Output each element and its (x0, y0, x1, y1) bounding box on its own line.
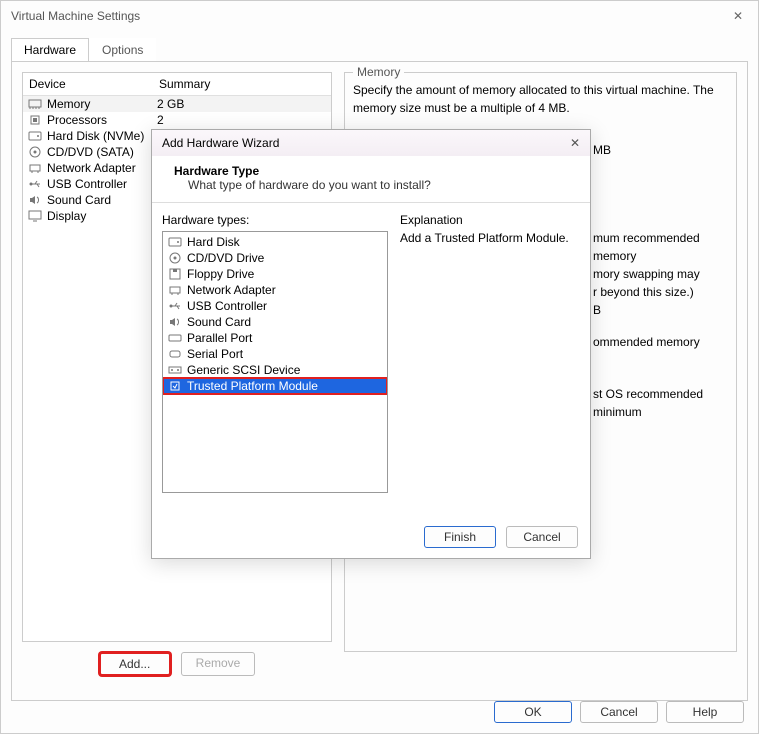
list-item[interactable]: Hard Disk (163, 234, 387, 250)
titlebar: Virtual Machine Settings ✕ (1, 1, 758, 31)
device-name: CD/DVD (SATA) (47, 145, 157, 159)
sound-icon (167, 315, 183, 329)
add-hardware-wizard: Add Hardware Wizard ✕ Hardware Type What… (151, 129, 591, 559)
memory-frag-rec: ommended memory (593, 333, 728, 351)
memory-frag-swap1: mory swapping may (593, 265, 728, 283)
col-summary[interactable]: Summary (153, 73, 331, 95)
hardware-item-label: Sound Card (187, 315, 251, 329)
sound-icon (27, 193, 43, 207)
finish-button[interactable]: Finish (424, 526, 496, 548)
hardware-item-label: Network Adapter (187, 283, 276, 297)
list-item[interactable]: Floppy Drive (163, 266, 387, 282)
disk-icon (27, 129, 43, 143)
memory-frag-maxrec: mum recommended memory (593, 229, 728, 265)
floppy-icon (167, 267, 183, 281)
device-name: Sound Card (47, 193, 157, 207)
vm-settings-window: Virtual Machine Settings ✕ Hardware Opti… (0, 0, 759, 734)
memory-frag-swap2: r beyond this size.) (593, 283, 728, 301)
col-device[interactable]: Device (23, 73, 153, 95)
close-icon[interactable]: ✕ (728, 9, 748, 23)
wizard-subheading: What type of hardware do you want to ins… (166, 178, 576, 192)
scsi-icon (167, 363, 183, 377)
add-button[interactable]: Add... (99, 652, 171, 676)
memory-frag-b: B (593, 301, 728, 319)
device-name: Processors (47, 113, 157, 127)
hardware-item-label: CD/DVD Drive (187, 251, 264, 265)
wizard-header: Hardware Type What type of hardware do y… (152, 156, 590, 203)
tab-hardware[interactable]: Hardware (11, 38, 89, 62)
help-button[interactable]: Help (666, 701, 744, 723)
cancel-button[interactable]: Cancel (580, 701, 658, 723)
memory-desc: Specify the amount of memory allocated t… (353, 81, 728, 117)
explanation-text: Add a Trusted Platform Module. (400, 231, 580, 245)
memory-icon (27, 97, 43, 111)
list-item[interactable]: Generic SCSI Device (163, 362, 387, 378)
device-summary: 2 (157, 113, 327, 127)
hardware-item-label: Generic SCSI Device (187, 363, 300, 377)
hardware-types-label: Hardware types: (162, 213, 388, 227)
cpu-icon (27, 113, 43, 127)
net-icon (167, 283, 183, 297)
usb-icon (27, 177, 43, 191)
hardware-item-label: Hard Disk (187, 235, 240, 249)
list-item[interactable]: USB Controller (163, 298, 387, 314)
cd-icon (27, 145, 43, 159)
device-name: Network Adapter (47, 161, 157, 175)
memory-frag-mb: MB (593, 143, 611, 157)
dialog-buttons: OK Cancel Help (494, 701, 744, 723)
ok-button[interactable]: OK (494, 701, 572, 723)
wizard-body: Hardware types: Hard Disk CD/DVD Drive Flo… (152, 203, 590, 503)
explanation-label: Explanation (400, 213, 580, 227)
device-name: Display (47, 209, 157, 223)
display-icon (27, 209, 43, 223)
window-title: Virtual Machine Settings (11, 9, 140, 23)
parallel-icon (167, 331, 183, 345)
list-item[interactable]: Sound Card (163, 314, 387, 330)
table-header: Device Summary (23, 73, 331, 96)
device-name: Hard Disk (NVMe) (47, 129, 157, 143)
tab-row: Hardware Options (1, 31, 758, 61)
hardware-item-label: Trusted Platform Module (187, 379, 318, 393)
wizard-cancel-button[interactable]: Cancel (506, 526, 578, 548)
memory-frag-guest: st OS recommended minimum (593, 385, 728, 421)
wizard-left: Hardware types: Hard Disk CD/DVD Drive Flo… (162, 213, 388, 493)
list-item[interactable]: Parallel Port (163, 330, 387, 346)
tpm-icon (167, 379, 183, 393)
hardware-item-label: Serial Port (187, 347, 243, 361)
device-summary: 2 GB (157, 97, 327, 111)
hardware-item-label: USB Controller (187, 299, 267, 313)
table-row[interactable]: Processors2 (23, 112, 331, 128)
wizard-titlebar: Add Hardware Wizard ✕ (152, 130, 590, 156)
wizard-close-icon[interactable]: ✕ (570, 136, 580, 150)
cd-icon (167, 251, 183, 265)
hardware-item-label: Floppy Drive (187, 267, 254, 281)
device-name: USB Controller (47, 177, 157, 191)
tab-options[interactable]: Options (89, 38, 156, 62)
table-row[interactable]: Memory2 GB (23, 96, 331, 112)
net-icon (27, 161, 43, 175)
list-item[interactable]: CD/DVD Drive (163, 250, 387, 266)
device-button-row: Add... Remove (22, 652, 332, 676)
hardware-types-list[interactable]: Hard Disk CD/DVD Drive Floppy Drive Network… (162, 231, 388, 493)
wizard-right: Explanation Add a Trusted Platform Modul… (400, 213, 580, 493)
wizard-footer: Finish Cancel (424, 526, 578, 548)
device-name: Memory (47, 97, 157, 111)
list-item[interactable]: Serial Port (163, 346, 387, 362)
serial-icon (167, 347, 183, 361)
wizard-title: Add Hardware Wizard (162, 136, 279, 150)
usb-icon (167, 299, 183, 313)
list-item[interactable]: Trusted Platform Module (163, 378, 387, 394)
list-item[interactable]: Network Adapter (163, 282, 387, 298)
disk-icon (167, 235, 183, 249)
wizard-heading: Hardware Type (166, 164, 576, 178)
memory-legend: Memory (353, 65, 404, 79)
hardware-item-label: Parallel Port (187, 331, 252, 345)
remove-button[interactable]: Remove (181, 652, 256, 676)
